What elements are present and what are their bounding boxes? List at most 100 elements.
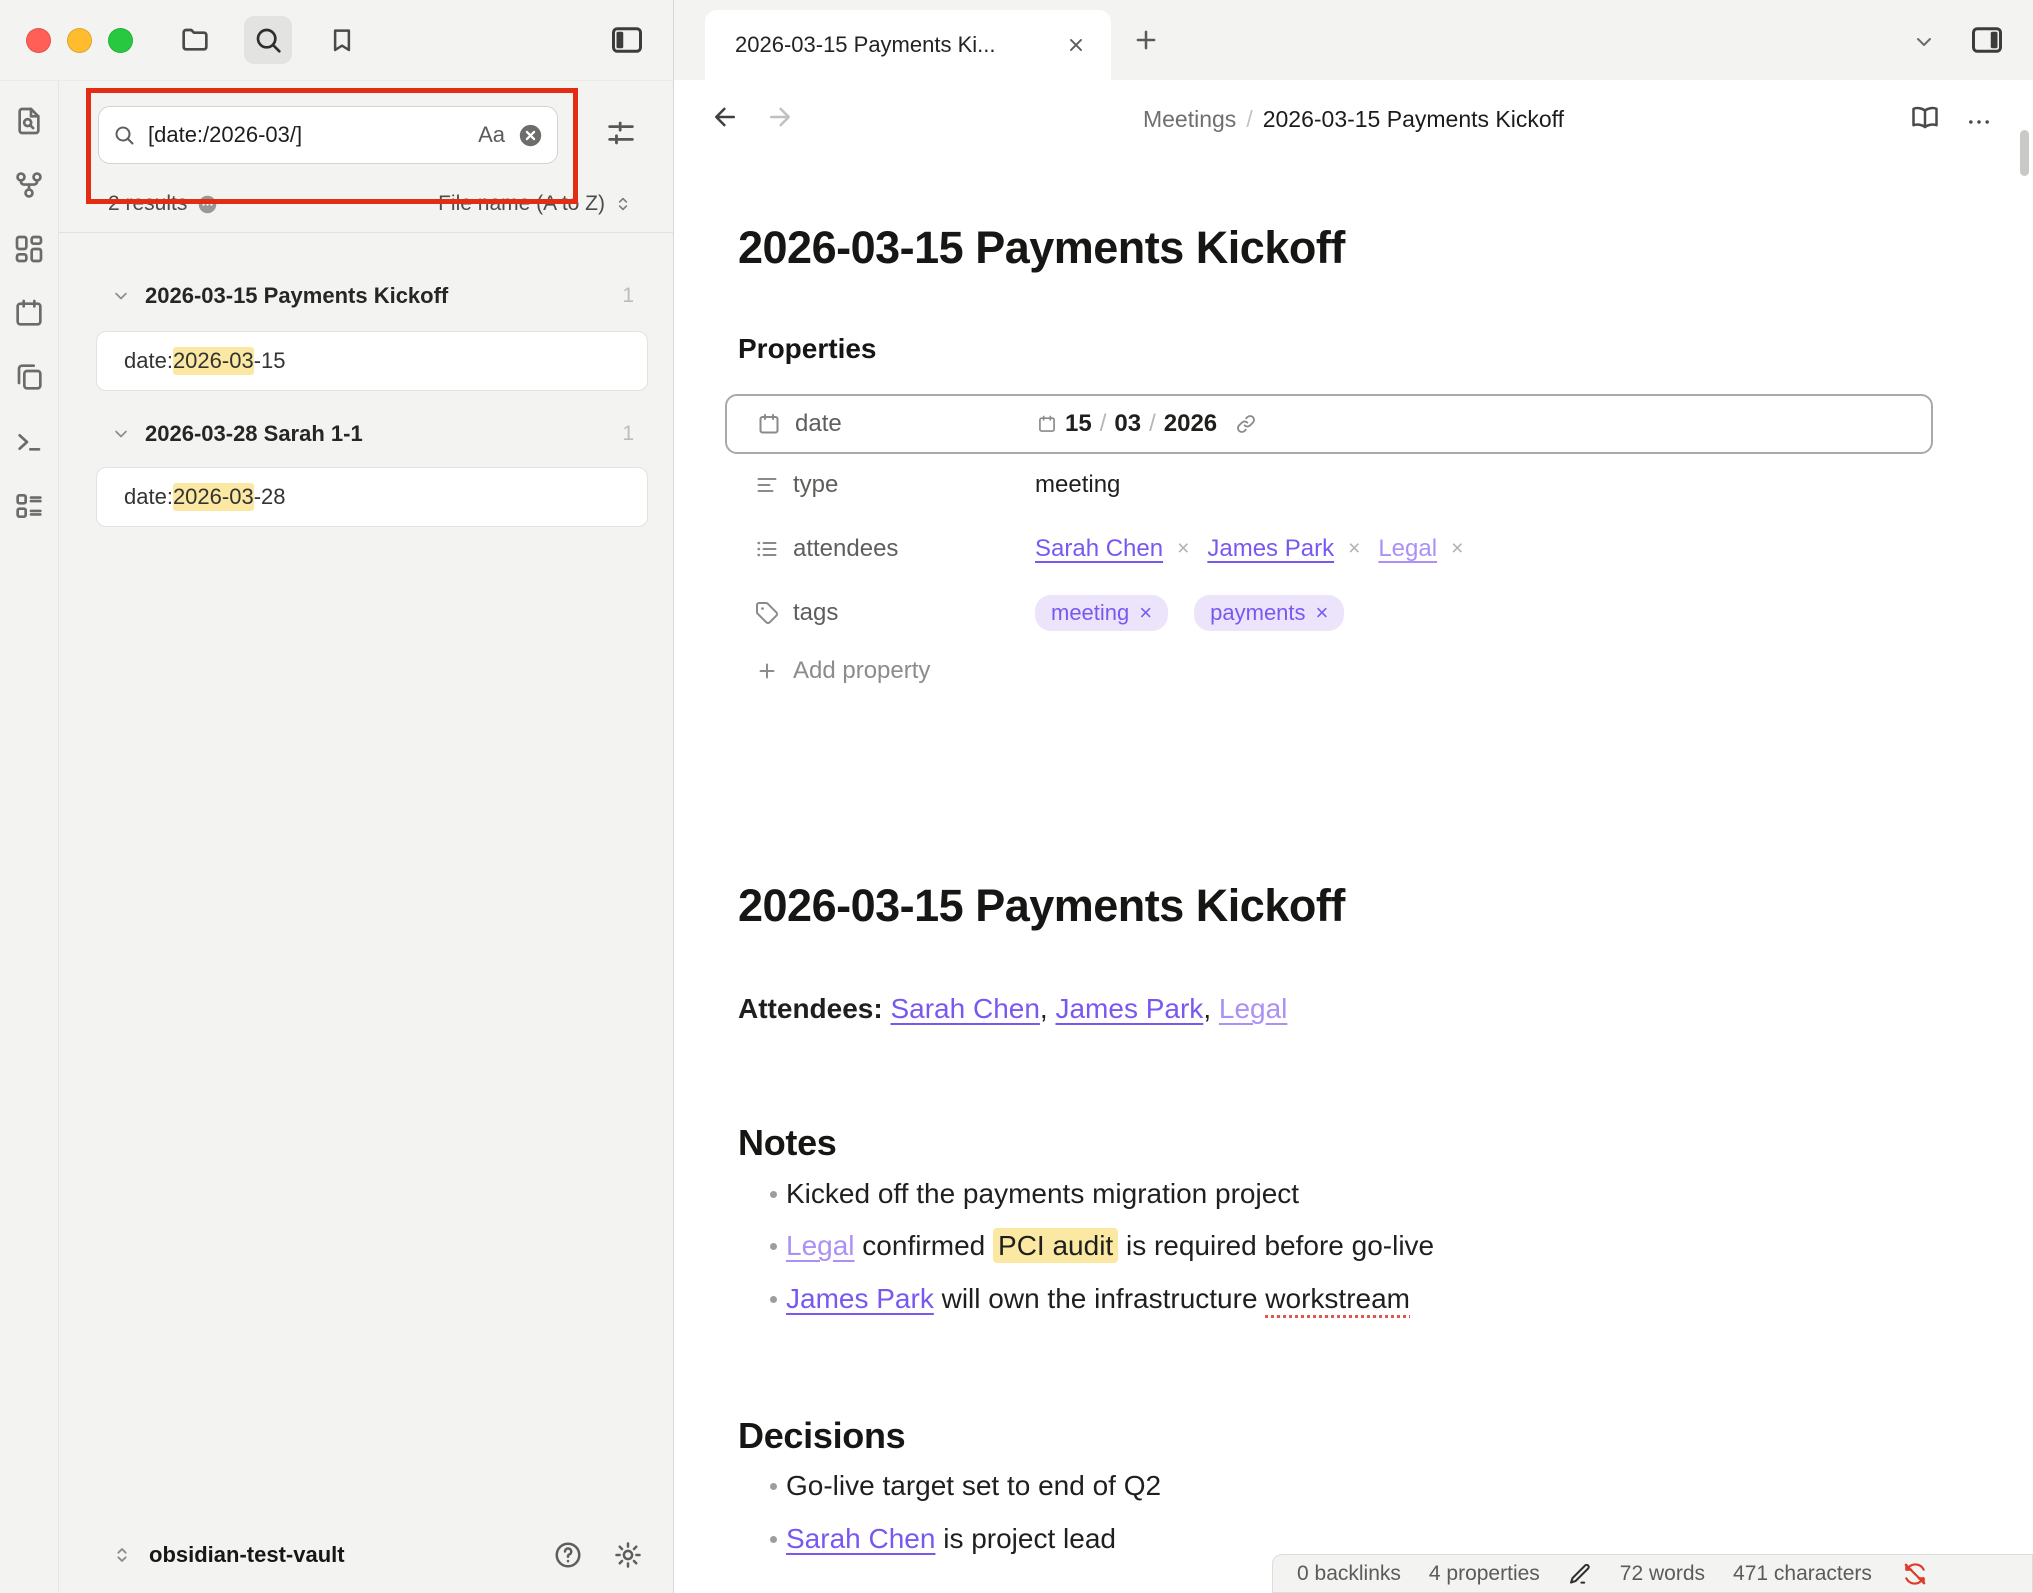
property-label[interactable]: type — [793, 471, 838, 499]
result-file-title[interactable]: 2026-03-28 Sarah 1-1 — [145, 421, 363, 447]
templates-copy-icon[interactable] — [13, 361, 45, 393]
result-group-header[interactable]: 2026-03-28 Sarah 1-1 1 — [58, 410, 673, 458]
chevron-down-icon[interactable] — [111, 424, 131, 444]
search-panel: [date:/2026-03/] Aa 2 results File name … — [58, 80, 673, 1593]
canvas-icon[interactable] — [13, 233, 45, 265]
inline-title[interactable]: 2026-03-15 Payments Kickoff — [738, 222, 1345, 274]
remove-tag-icon[interactable]: × — [1139, 600, 1152, 626]
attendee-link-unresolved[interactable]: Legal — [1378, 535, 1437, 563]
bullet-text: Kicked off the payments migration projec… — [786, 1178, 1299, 1209]
date-year[interactable]: 2026 — [1164, 410, 1217, 438]
property-label[interactable]: tags — [793, 599, 838, 627]
match-text-post: -15 — [254, 348, 286, 374]
property-row-attendees[interactable]: attendees Sarah Chen × James Park × Legal × — [725, 521, 1933, 577]
match-case-toggle[interactable]: Aa — [478, 122, 505, 148]
vault-name[interactable]: obsidian-test-vault — [149, 1542, 345, 1568]
search-match-item[interactable]: date: 2026-03-15 — [96, 331, 648, 391]
date-day[interactable]: 15 — [1065, 410, 1092, 438]
property-label[interactable]: date — [795, 410, 842, 438]
attendees-label: Attendees: — [738, 993, 883, 1024]
character-count: 471 characters — [1733, 1562, 1872, 1586]
search-match-item[interactable]: date: 2026-03-28 — [96, 467, 648, 527]
breadcrumb-parent[interactable]: Meetings — [1143, 106, 1236, 132]
editor-area: Meetings/2026-03-15 Payments Kickoff 202… — [674, 80, 2033, 1593]
main-panel: 2026-03-15 Payments Ki... Meetings/2026-… — [674, 0, 2033, 1593]
note-link-unresolved[interactable]: Legal — [786, 1230, 855, 1261]
attendees-value: Sarah Chen × James Park × Legal × — [1035, 535, 1473, 563]
remove-tag-icon[interactable]: × — [1316, 600, 1329, 626]
tab-title[interactable]: 2026-03-15 Payments Ki... — [735, 32, 995, 58]
properties-heading[interactable]: Properties — [738, 333, 877, 365]
results-ellipsis-badge-icon[interactable] — [197, 194, 218, 215]
list-item: Kicked off the payments migration projec… — [770, 1178, 1299, 1210]
attendee-link[interactable]: Sarah Chen — [890, 993, 1039, 1024]
attendee-link[interactable]: Sarah Chen — [1035, 535, 1163, 563]
property-row-type[interactable]: type meeting — [725, 457, 1933, 513]
minimize-window-button[interactable] — [67, 28, 92, 53]
attendee-link-unresolved[interactable]: Legal — [1219, 993, 1288, 1024]
settings-gear-icon[interactable] — [613, 1540, 643, 1570]
tag-pill[interactable]: payments× — [1194, 595, 1344, 631]
more-options-icon[interactable] — [1965, 108, 1993, 136]
panel-right-toggle-icon[interactable] — [1969, 22, 2005, 58]
section-heading-decisions: Decisions — [738, 1415, 905, 1457]
date-value[interactable]: 15/03/2026 — [1037, 410, 1257, 438]
plus-icon — [755, 659, 779, 683]
tab-close-icon[interactable] — [1065, 34, 1087, 56]
folder-icon[interactable] — [179, 24, 211, 56]
match-text-pre: date: — [124, 348, 173, 374]
tag-pill[interactable]: meeting× — [1035, 595, 1168, 631]
attendee-link[interactable]: James Park — [1055, 993, 1203, 1024]
result-match-count: 1 — [622, 284, 634, 308]
chevrons-up-down-icon[interactable] — [613, 194, 633, 214]
daily-note-calendar-icon[interactable] — [13, 297, 45, 329]
search-in-files-icon[interactable] — [13, 105, 45, 137]
attendee-link[interactable]: James Park — [1207, 535, 1334, 563]
result-match-count: 1 — [622, 422, 634, 446]
graph-view-icon[interactable] — [13, 169, 45, 201]
type-value[interactable]: meeting — [1035, 471, 1120, 499]
body-heading: 2026-03-15 Payments Kickoff — [738, 880, 1345, 932]
zoom-window-button[interactable] — [108, 28, 133, 53]
property-row-date[interactable]: date 15/03/2026 — [725, 394, 1933, 454]
close-window-button[interactable] — [26, 28, 51, 53]
breadcrumb-current[interactable]: 2026-03-15 Payments Kickoff — [1263, 106, 1564, 132]
results-count[interactable]: 2 results — [108, 192, 187, 216]
result-file-title[interactable]: 2026-03-15 Payments Kickoff — [145, 283, 448, 309]
panel-left-toggle-icon[interactable] — [609, 22, 645, 58]
clear-search-icon[interactable] — [517, 122, 544, 149]
tab-active[interactable]: 2026-03-15 Payments Ki... — [705, 10, 1111, 80]
chevron-down-icon[interactable] — [111, 286, 131, 306]
note-link[interactable]: Sarah Chen — [786, 1523, 935, 1554]
remove-attendee-icon[interactable]: × — [1348, 537, 1360, 561]
link-icon[interactable] — [1235, 413, 1257, 435]
vault-switcher[interactable]: obsidian-test-vault — [58, 1529, 673, 1581]
tab-list-chevron-icon[interactable] — [1912, 30, 1936, 54]
date-month[interactable]: 03 — [1114, 410, 1141, 438]
workspaces-layout-icon[interactable] — [13, 490, 45, 522]
property-label[interactable]: attendees — [793, 535, 898, 563]
note-link[interactable]: James Park — [786, 1283, 934, 1314]
add-property-label: Add property — [793, 657, 930, 685]
remove-attendee-icon[interactable]: × — [1177, 537, 1189, 561]
list-item: Go-live target set to end of Q2 — [770, 1470, 1161, 1502]
search-icon[interactable] — [252, 24, 284, 56]
result-group-header[interactable]: 2026-03-15 Payments Kickoff 1 — [58, 272, 673, 320]
reading-mode-book-icon[interactable] — [1910, 102, 1940, 132]
add-property-button[interactable]: Add property — [755, 657, 930, 685]
new-tab-icon[interactable] — [1131, 25, 1161, 55]
sort-order-label[interactable]: File name (A to Z) — [438, 192, 605, 216]
edit-mode-pencil-icon[interactable] — [1568, 1562, 1592, 1586]
search-settings-icon[interactable] — [604, 116, 638, 150]
highlighted-text: PCI audit — [993, 1228, 1118, 1263]
search-query-text[interactable]: [date:/2026-03/] — [148, 122, 466, 148]
terminal-icon[interactable] — [13, 426, 45, 458]
bullet-text: is required before go-live — [1118, 1230, 1434, 1261]
bookmark-icon[interactable] — [327, 25, 357, 55]
property-row-tags[interactable]: tags meeting× payments× — [725, 585, 1933, 641]
sync-error-icon[interactable] — [1902, 1561, 1928, 1587]
search-input[interactable]: [date:/2026-03/] Aa — [98, 106, 558, 164]
help-icon[interactable] — [553, 1540, 583, 1570]
remove-attendee-icon[interactable]: × — [1451, 537, 1463, 561]
sidebar-main-divider[interactable] — [673, 0, 674, 1593]
